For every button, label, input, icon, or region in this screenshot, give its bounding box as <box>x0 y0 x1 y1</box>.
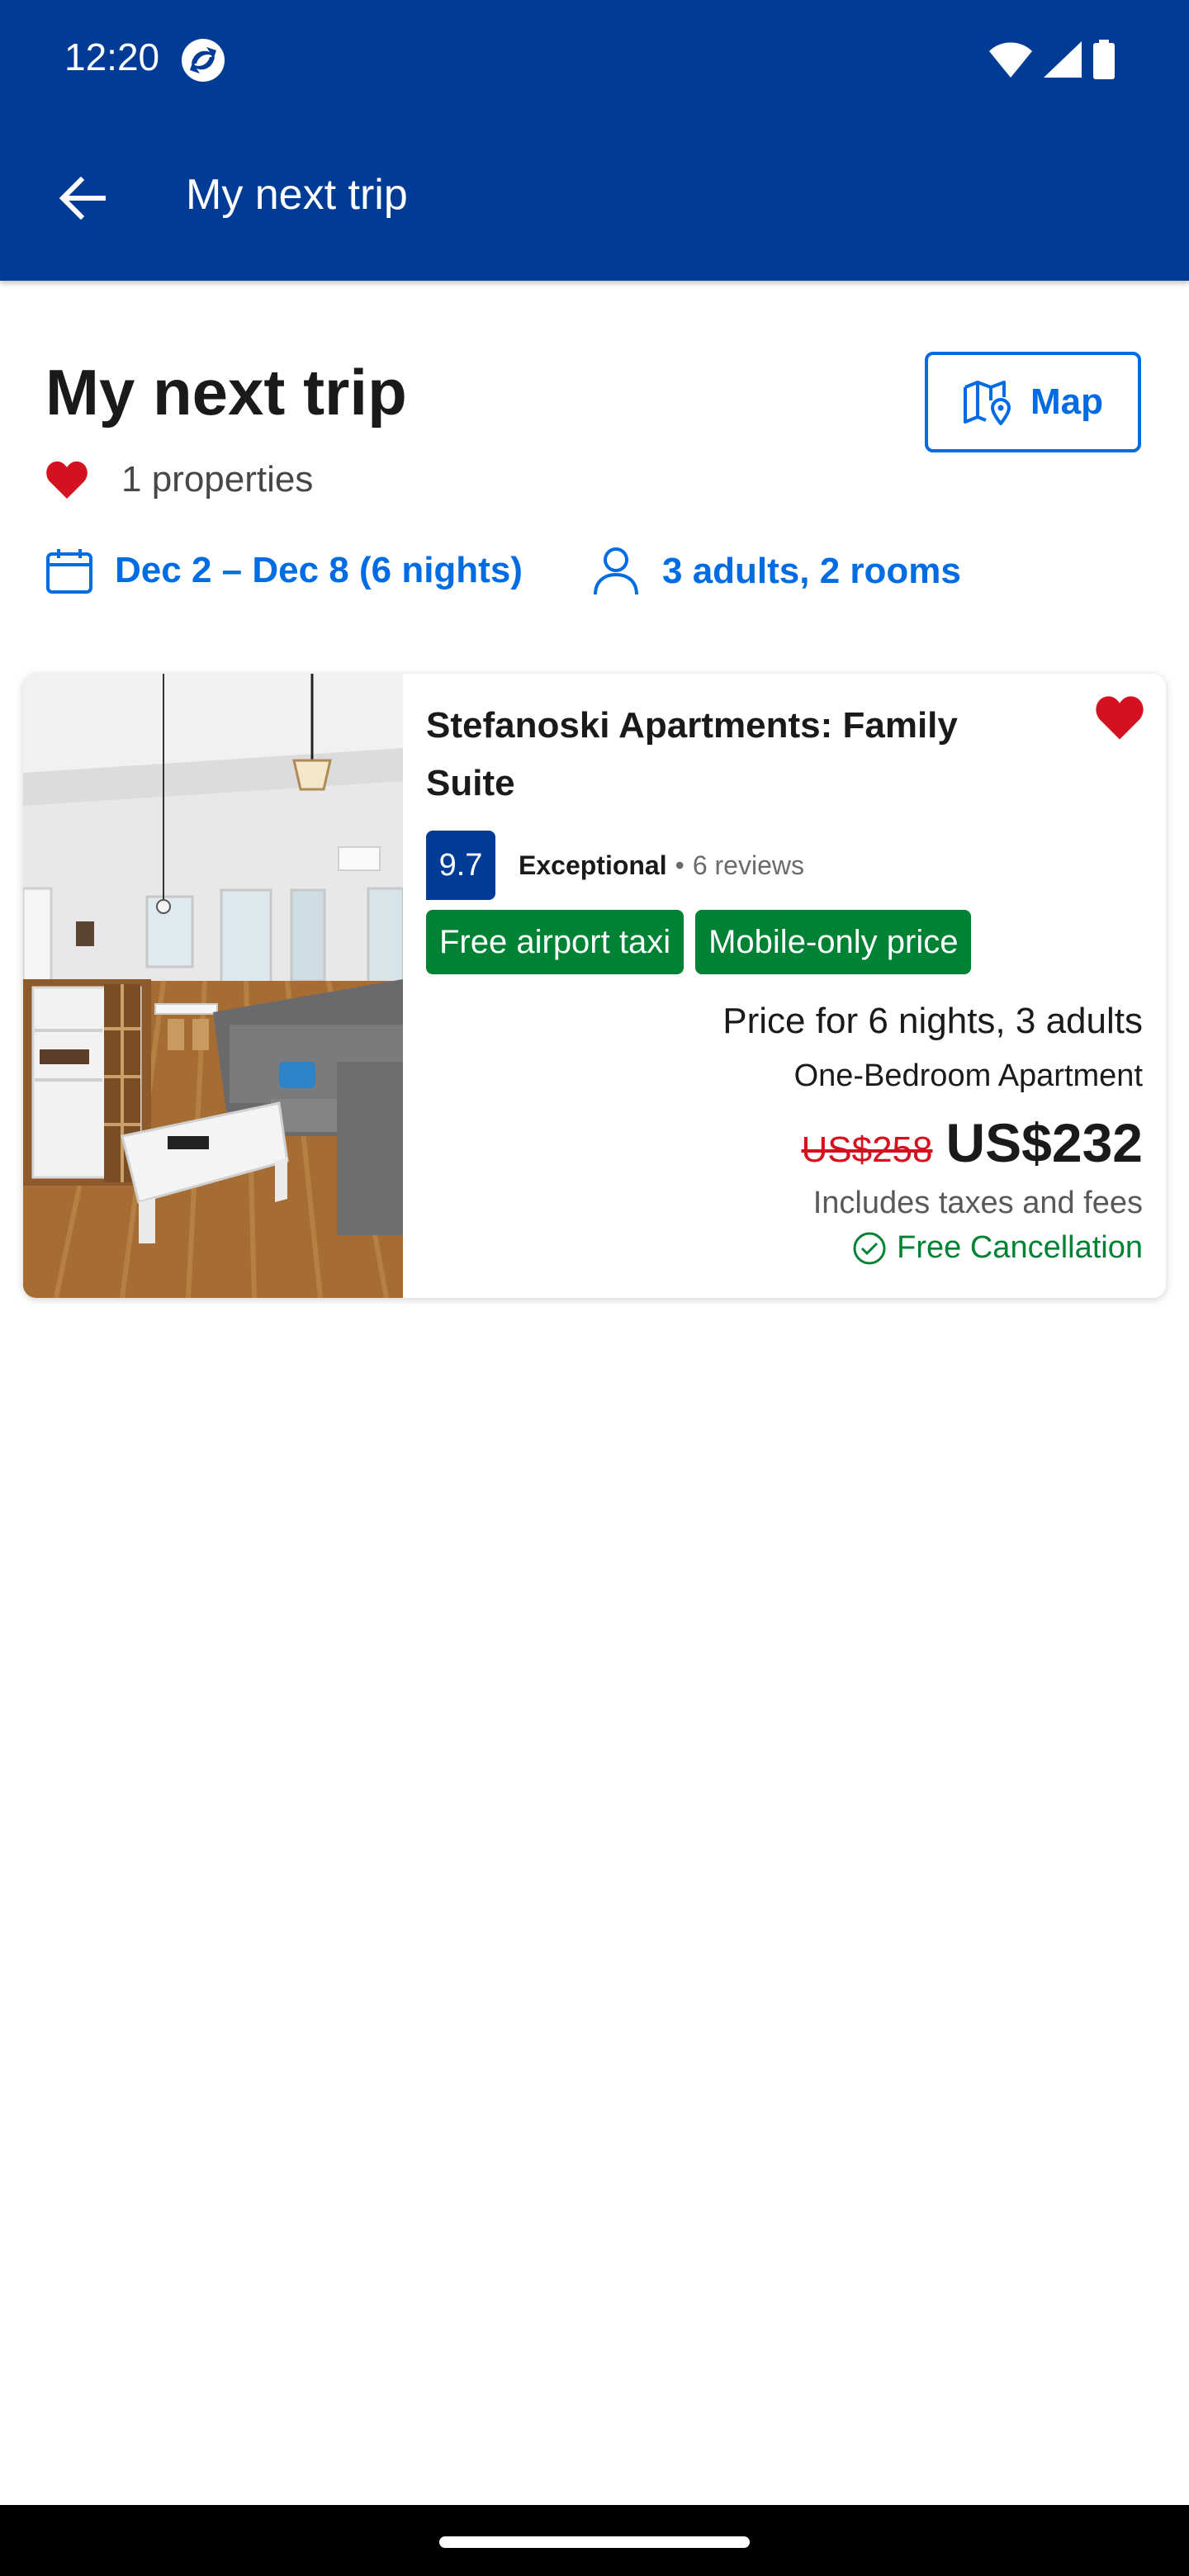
separator-dot: • <box>675 850 685 880</box>
taxes-note: Includes taxes and fees <box>812 1186 1143 1220</box>
review-count: 6 reviews <box>692 850 804 880</box>
check-circle-icon <box>853 1232 886 1264</box>
property-card[interactable]: Stefanoski Apartments: Family Suite 9.7 … <box>23 674 1166 1298</box>
original-price: US$258 <box>801 1129 933 1170</box>
arrow-back-icon <box>59 176 106 220</box>
badge-airport-taxi: Free airport taxi <box>426 910 685 974</box>
saved-count: 1 properties <box>121 459 314 500</box>
saved-properties-row: 1 properties <box>45 459 313 500</box>
page-title: My next trip <box>45 356 407 429</box>
price-for-label: Price for 6 nights, 3 adults <box>722 1001 1143 1041</box>
status-icons <box>989 40 1115 79</box>
person-icon <box>594 547 638 595</box>
status-time: 12:20 <box>64 36 160 78</box>
guests-label: 3 adults, 2 rooms <box>662 551 961 591</box>
heart-icon <box>46 461 88 499</box>
calendar-icon <box>46 549 92 594</box>
free-cancellation: Free Cancellation <box>852 1230 1143 1266</box>
app-bar: 12:20 My next trip <box>0 0 1189 281</box>
property-name[interactable]: Stefanoski Apartments: Family Suite <box>426 697 1037 812</box>
price-row: US$258 US$232 <box>801 1111 1143 1174</box>
map-button[interactable]: Map <box>925 352 1141 452</box>
current-price: US$232 <box>945 1112 1143 1173</box>
wifi-icon <box>989 42 1032 78</box>
rating-row: 9.7 Exceptional • 6 reviews <box>426 831 804 900</box>
battery-icon <box>1093 40 1115 79</box>
guests-selector[interactable]: 3 adults, 2 rooms <box>593 547 961 596</box>
free-cancellation-label: Free Cancellation <box>897 1230 1143 1265</box>
dates-selector[interactable]: Dec 2 – Dec 8 (6 nights) <box>45 547 523 594</box>
score-word: Exceptional <box>519 850 667 880</box>
back-button[interactable] <box>48 165 114 231</box>
signal-icon <box>1044 41 1082 78</box>
saved-heart-button[interactable] <box>1095 695 1144 744</box>
property-details: Stefanoski Apartments: Family Suite 9.7 … <box>426 674 1166 1298</box>
map-button-label: Map <box>1030 381 1103 422</box>
room-type: One-Bedroom Apartment <box>793 1058 1143 1093</box>
apartment-photo-image <box>23 674 403 1298</box>
dates-label: Dec 2 – Dec 8 (6 nights) <box>115 550 523 590</box>
app-bar-title: My next trip <box>186 171 408 219</box>
property-photo[interactable] <box>23 674 403 1298</box>
home-gesture-handle[interactable] <box>439 2536 750 2548</box>
badge-mobile-price: Mobile-only price <box>695 910 972 974</box>
app-notification-icon <box>182 39 225 82</box>
review-score: 9.7 <box>426 831 495 900</box>
map-icon <box>964 381 1011 425</box>
heart-filled-icon <box>1096 696 1144 740</box>
badges: Free airport taxi Mobile-only price <box>426 910 972 974</box>
